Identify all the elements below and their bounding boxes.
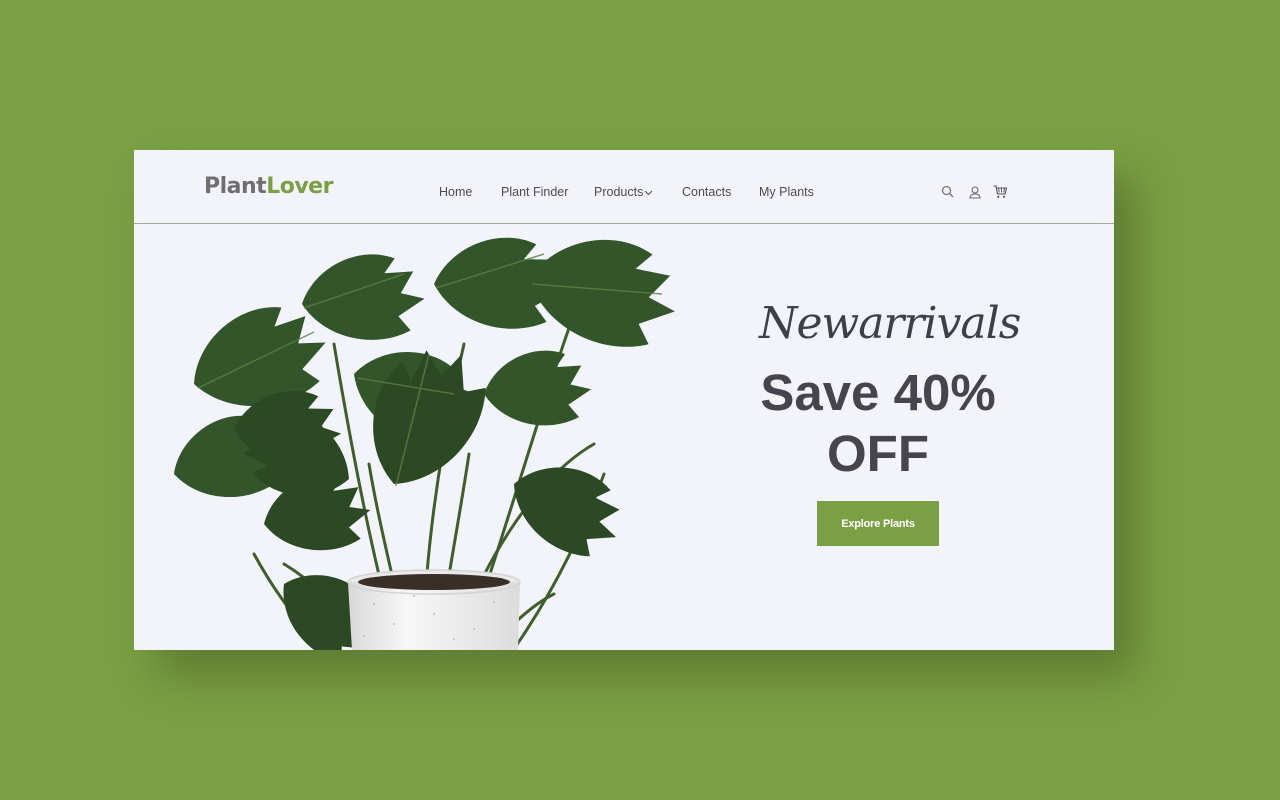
nav-plant-finder[interactable]: Plant Finder xyxy=(501,185,568,199)
brand-name-part2: Lover xyxy=(266,174,333,199)
nav-contacts[interactable]: Contacts xyxy=(682,185,731,199)
brand-logo[interactable]: PlantLover xyxy=(204,174,333,199)
hero-headline-line2: OFF xyxy=(827,425,929,482)
brand-name-part1: Plant xyxy=(204,174,267,199)
hero-script-title: Newarrivals xyxy=(759,298,1021,349)
explore-plants-button[interactable]: Explore Plants xyxy=(817,501,939,546)
site-header: PlantLover Home Plant Finder Products Co… xyxy=(134,150,1114,224)
hero-headline: Save 40% OFF xyxy=(728,362,1028,484)
chevron-down-icon xyxy=(644,185,653,199)
hero-headline-line1: Save 40% xyxy=(760,364,996,421)
nav-my-plants[interactable]: My Plants xyxy=(759,185,814,199)
nav-products-label: Products xyxy=(594,185,644,199)
cart-icon[interactable] xyxy=(992,184,1008,200)
landing-card: PlantLover Home Plant Finder Products Co… xyxy=(134,150,1114,650)
user-icon[interactable] xyxy=(967,184,983,200)
nav-products[interactable]: Products xyxy=(594,185,653,199)
search-icon[interactable] xyxy=(940,184,956,200)
hero-plant-image xyxy=(161,232,681,650)
nav-home[interactable]: Home xyxy=(439,185,472,199)
